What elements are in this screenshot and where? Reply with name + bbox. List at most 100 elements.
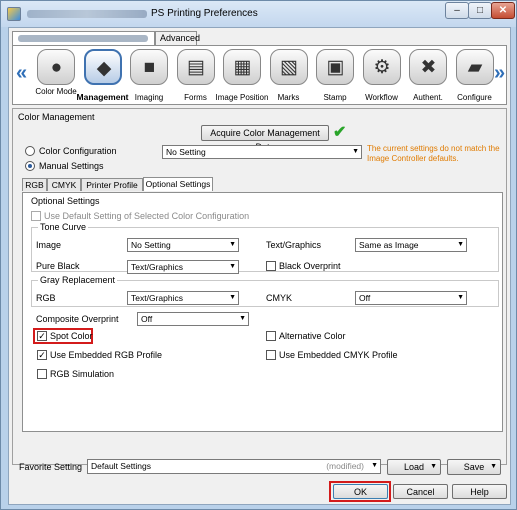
composite-overprint-value: Off bbox=[141, 314, 153, 324]
close-button[interactable]: ✕ bbox=[491, 2, 515, 19]
category-color-mode[interactable]: ● Color Mode bbox=[33, 46, 79, 106]
color-configuration-label: Color Configuration bbox=[39, 146, 117, 156]
workflow-icon: ⚙ bbox=[362, 49, 401, 85]
chevron-down-icon: ▼ bbox=[239, 315, 246, 322]
tab-cmyk[interactable]: CMYK bbox=[47, 178, 81, 191]
color-configuration-select[interactable]: No Setting ▼ bbox=[162, 145, 362, 159]
rgb-simulation-checkbox[interactable] bbox=[37, 369, 47, 379]
dialog-client: Advanced « ● Color Mode ◆ Management ■ Imagin… bbox=[8, 27, 511, 505]
section-title: Color Management bbox=[18, 112, 95, 122]
category-image-position[interactable]: ▦ Image Position bbox=[216, 46, 268, 106]
text-graphics-select[interactable]: Same as Image ▼ bbox=[355, 238, 467, 252]
chevron-down-icon: ▼ bbox=[229, 294, 236, 301]
tab-rgb[interactable]: RGB bbox=[22, 178, 47, 191]
image-position-icon: ▦ bbox=[223, 49, 261, 85]
scroll-left-icon[interactable]: « bbox=[16, 62, 27, 85]
tab-name-redacted bbox=[18, 35, 148, 42]
help-button[interactable]: Help bbox=[452, 484, 507, 499]
success-check-icon: ✔ bbox=[333, 124, 347, 141]
category-configure[interactable]: ▰ Configure bbox=[452, 46, 498, 106]
spot-color-label: Spot Color bbox=[50, 331, 93, 341]
load-button[interactable]: Load ▼ bbox=[387, 459, 441, 475]
tab-advanced[interactable]: Advanced bbox=[155, 31, 200, 45]
acquire-color-management-button[interactable]: Acquire Color Management Data bbox=[201, 125, 329, 152]
embedded-cmyk-label: Use Embedded CMYK Profile bbox=[279, 350, 398, 360]
category-marks[interactable]: ▧ Marks bbox=[266, 46, 312, 106]
tab-printer-profile[interactable]: Printer Profile bbox=[81, 178, 143, 191]
chevron-down-icon: ▼ bbox=[352, 148, 359, 155]
category-forms[interactable]: ▤ Forms bbox=[173, 46, 219, 106]
embedded-cmyk-checkbox[interactable] bbox=[266, 350, 276, 360]
rgb-gray-value: Text/Graphics bbox=[131, 293, 183, 303]
category-management[interactable]: ◆ Management bbox=[77, 46, 128, 106]
alternative-color-label: Alternative Color bbox=[279, 331, 346, 341]
maximize-button[interactable]: □ bbox=[468, 2, 492, 19]
chevron-down-icon: ▼ bbox=[229, 241, 236, 248]
modified-indicator: (modified) bbox=[326, 461, 364, 471]
marks-icon-glyph: ▧ bbox=[280, 57, 298, 78]
printing-preferences-window: PS Printing Preferences – □ ✕ Advanced «… bbox=[0, 0, 517, 510]
use-default-checkbox[interactable] bbox=[31, 211, 41, 221]
chevron-down-icon: ▼ bbox=[371, 462, 378, 469]
composite-overprint-select[interactable]: Off ▼ bbox=[137, 312, 249, 326]
image-value: No Setting bbox=[131, 240, 171, 250]
configure-icon-glyph: ▰ bbox=[467, 57, 483, 78]
forms-icon-glyph: ▤ bbox=[187, 57, 205, 78]
rgb-label: RGB bbox=[36, 293, 56, 303]
save-button[interactable]: Save ▼ bbox=[447, 459, 501, 475]
gray-replacement-title: Gray Replacement bbox=[38, 275, 118, 285]
pure-black-label: Pure Black bbox=[36, 261, 80, 271]
category-workflow[interactable]: ⚙ Workflow bbox=[359, 46, 405, 106]
black-overprint-label: Black Overprint bbox=[279, 261, 341, 271]
window-title: PS Printing Preferences bbox=[151, 8, 258, 19]
pure-black-select[interactable]: Text/Graphics ▼ bbox=[127, 260, 239, 274]
favorite-setting-select[interactable]: Default Settings (modified) ▼ bbox=[87, 459, 381, 474]
text-graphics-value: Same as Image bbox=[359, 240, 419, 250]
use-default-label: Use Default Setting of Selected Color Co… bbox=[44, 211, 250, 221]
manual-settings-label: Manual Settings bbox=[39, 161, 104, 171]
cmyk-label: CMYK bbox=[266, 293, 293, 303]
management-icon-glyph: ◆ bbox=[96, 58, 112, 79]
management-icon: ◆ bbox=[83, 49, 122, 85]
load-label: Load bbox=[403, 462, 425, 472]
black-overprint-checkbox[interactable] bbox=[266, 261, 276, 271]
configure-icon: ▰ bbox=[455, 49, 494, 85]
category-authent[interactable]: ✖ Authent. bbox=[405, 46, 451, 106]
color-configuration-radio[interactable] bbox=[25, 146, 35, 156]
minimize-button[interactable]: – bbox=[445, 2, 469, 19]
category-imaging[interactable]: ■ Imaging bbox=[126, 46, 172, 106]
save-label: Save bbox=[463, 462, 485, 472]
image-position-icon-glyph: ▦ bbox=[233, 57, 252, 78]
imaging-icon-glyph: ■ bbox=[143, 57, 156, 78]
chevron-down-icon: ▼ bbox=[229, 263, 236, 270]
embedded-rgb-checkbox[interactable]: ✓ bbox=[37, 350, 47, 360]
color-mode-icon-glyph: ● bbox=[50, 57, 63, 78]
scroll-right-icon[interactable]: » bbox=[494, 62, 505, 85]
category-stamp[interactable]: ▣ Stamp bbox=[312, 46, 358, 106]
embedded-rgb-label: Use Embedded RGB Profile bbox=[50, 350, 163, 360]
stamp-icon-glyph: ▣ bbox=[326, 57, 345, 78]
ok-button[interactable]: OK bbox=[333, 484, 388, 499]
title-bar[interactable]: PS Printing Preferences – □ ✕ bbox=[1, 1, 516, 27]
load-menu-icon: ▼ bbox=[430, 463, 437, 470]
cmyk-gray-select[interactable]: Off ▼ bbox=[355, 291, 467, 305]
printer-name-redacted bbox=[27, 10, 147, 18]
color-configuration-value: No Setting bbox=[166, 147, 206, 157]
category-ribbon: « ● Color Mode ◆ Management ■ Imaging ▤ Forms ▦ I… bbox=[12, 45, 507, 105]
tab-optional-settings[interactable]: Optional Settings bbox=[143, 177, 213, 191]
tone-curve-title: Tone Curve bbox=[38, 222, 89, 232]
stamp-icon: ▣ bbox=[316, 49, 354, 85]
workflow-icon-glyph: ⚙ bbox=[373, 57, 391, 78]
authent-icon: ✖ bbox=[409, 49, 447, 85]
rgb-simulation-label: RGB Simulation bbox=[50, 369, 115, 379]
alternative-color-checkbox[interactable] bbox=[266, 331, 276, 341]
manual-settings-radio[interactable] bbox=[25, 161, 35, 171]
composite-overprint-label: Composite Overprint bbox=[36, 314, 119, 324]
printer-app-icon bbox=[7, 7, 21, 21]
tab-printer-name[interactable] bbox=[12, 31, 155, 46]
text-graphics-label: Text/Graphics bbox=[266, 240, 322, 250]
image-select[interactable]: No Setting ▼ bbox=[127, 238, 239, 252]
rgb-gray-select[interactable]: Text/Graphics ▼ bbox=[127, 291, 239, 305]
cancel-button[interactable]: Cancel bbox=[393, 484, 448, 499]
spot-color-checkbox[interactable]: ✓ bbox=[37, 331, 47, 341]
